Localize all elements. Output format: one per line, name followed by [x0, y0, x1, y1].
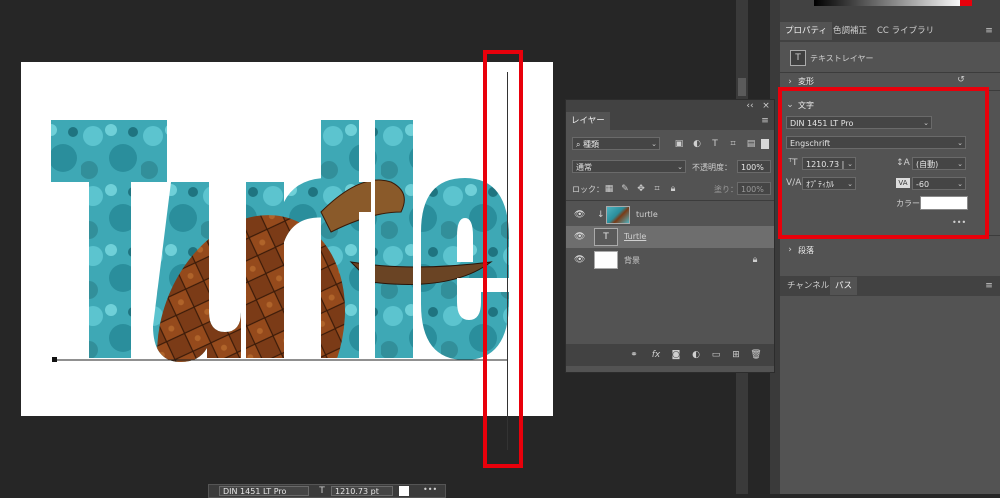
color-strip [780, 0, 1000, 20]
layer-name: 背景 [624, 256, 640, 265]
layer-filter-value: 種類 [583, 140, 600, 149]
visibility-eye-icon[interactable]: 👁︎ [574, 210, 585, 220]
transform-section-title[interactable]: 変形 [798, 76, 814, 87]
layer-thumbnail-turtle [606, 206, 630, 224]
layers-divider [566, 200, 774, 201]
lower-tab-bar: チャンネル パス ≡ [780, 276, 1000, 296]
fx-icon[interactable]: fx [650, 350, 662, 360]
filter-type-icon[interactable]: T [710, 139, 720, 149]
bar-font-family-value: DIN 1451 LT Pro [223, 487, 287, 496]
bar-font-size-value: 1210.73 pt [335, 487, 379, 496]
bar-color-swatch[interactable] [399, 486, 409, 496]
panel-scroll-handle[interactable] [738, 78, 746, 96]
lock-transparent-icon[interactable]: ▦ [604, 184, 614, 194]
lock-all-icon[interactable]: 🔒︎ [668, 184, 678, 194]
search-icon: ⌕ [576, 140, 584, 149]
turtle-text-artwork [51, 120, 509, 362]
fill-value: 100% [741, 185, 764, 194]
layer-row-turtle[interactable]: 👁︎ ↓ turtle [566, 204, 774, 226]
clip-arrow-icon: ↓ [597, 210, 605, 220]
collapse-icon[interactable]: ‹‹ [744, 101, 756, 111]
layers-tab-bar: レイヤー ≡ [566, 112, 774, 130]
text-layer-icon: T [603, 232, 609, 242]
filter-pixel-icon[interactable]: ▣ [674, 139, 684, 149]
bar-type-icon: T [319, 486, 325, 496]
layer-thumbnail-background [594, 251, 618, 269]
layer-name: Turtle [624, 232, 647, 241]
panel-menu-icon[interactable]: ≡ [984, 281, 994, 291]
opacity-value: 100% [741, 163, 764, 172]
lock-icon: 🔒︎ [752, 255, 758, 265]
lock-paint-icon[interactable]: ✎ [620, 184, 630, 194]
layer-type-label: テキストレイヤー [810, 54, 874, 63]
document-canvas[interactable] [21, 62, 553, 416]
adjustment-icon[interactable]: ◐ [690, 350, 702, 360]
color-swatch-end[interactable] [960, 0, 972, 6]
chevron-right-icon[interactable]: › [786, 77, 794, 87]
blend-mode-value: 通常 [576, 163, 592, 172]
divider [780, 72, 1000, 73]
highlight-box-canvas [483, 50, 523, 468]
blend-mode-select[interactable]: 通常 ⌄ [572, 160, 686, 173]
properties-tab-bar: プロパティ 色調補正 CC ライブラリ ≡ [780, 20, 1000, 42]
bar-more-icon[interactable]: ••• [423, 485, 437, 494]
filter-shape-icon[interactable]: ⌗ [728, 139, 738, 149]
layer-name: turtle [636, 210, 658, 219]
fill-field[interactable]: 100% [737, 182, 771, 195]
chevron-right-icon[interactable]: › [786, 245, 794, 255]
panel-menu-icon[interactable]: ≡ [760, 116, 770, 126]
lock-artboard-icon[interactable]: ⌗ [652, 184, 662, 194]
text-context-bar: DIN 1451 LT Pro T 1210.73 pt ••• [208, 484, 446, 498]
reset-icon[interactable]: ↺ [956, 75, 966, 85]
highlight-box-character [778, 87, 989, 239]
bar-font-size[interactable]: 1210.73 pt [331, 486, 393, 496]
layers-panel-header: ‹‹ × [566, 100, 774, 112]
tab-channels[interactable]: チャンネル [782, 277, 834, 295]
tab-cc-libraries[interactable]: CC ライブラリ [872, 22, 939, 40]
tab-layers[interactable]: レイヤー [566, 112, 610, 130]
lock-position-icon[interactable]: ✥ [636, 184, 646, 194]
trash-icon[interactable]: 🗑︎ [750, 350, 762, 360]
layer-filter-select[interactable]: ⌕ 種類 ⌄ [572, 137, 660, 150]
layer-thumbnail-text: T [594, 228, 618, 246]
folder-icon[interactable]: ▭ [710, 350, 722, 360]
chevron-down-icon: ⌄ [677, 163, 683, 171]
panel-menu-icon[interactable]: ≡ [984, 26, 994, 36]
layers-panel: ‹‹ × レイヤー ≡ ⌕ 種類 ⌄ ▣ ◐ T ⌗ ▤ 通常 ⌄ 不透明度： … [565, 99, 775, 373]
fill-label: 塗り： [714, 185, 738, 194]
link-icon[interactable]: ⚭ [628, 350, 640, 360]
close-icon[interactable]: × [760, 101, 772, 111]
filter-adjustment-icon[interactable]: ◐ [692, 139, 702, 149]
opacity-label: 不透明度： [692, 163, 732, 172]
text-layer-badge: T [790, 50, 806, 66]
mask-icon[interactable]: ◙ [670, 350, 682, 360]
type-icon: T [795, 53, 801, 63]
filter-toggle-icon[interactable] [761, 139, 769, 149]
new-layer-icon[interactable]: ⊞ [730, 350, 742, 360]
filter-smartobject-icon[interactable]: ▤ [746, 139, 756, 149]
tab-adjustments[interactable]: 色調補正 [828, 22, 872, 40]
paragraph-section-title[interactable]: 段落 [798, 245, 814, 256]
layers-bottom-bar: ⚭ fx ◙ ◐ ▭ ⊞ 🗑︎ [566, 344, 774, 366]
bar-font-family[interactable]: DIN 1451 LT Pro [219, 486, 309, 496]
layer-row-text[interactable]: 👁︎ T Turtle [566, 226, 774, 248]
layer-row-background[interactable]: 👁︎ 背景 🔒︎ [566, 249, 774, 271]
color-slider[interactable] [814, 0, 964, 6]
chevron-down-icon: ⌄ [651, 140, 657, 148]
tab-properties[interactable]: プロパティ [780, 22, 832, 40]
visibility-eye-icon[interactable]: 👁︎ [574, 255, 585, 265]
tab-paths[interactable]: パス [830, 277, 858, 295]
lock-label: ロック： [572, 185, 604, 194]
visibility-eye-icon[interactable]: 👁︎ [574, 232, 585, 242]
opacity-field[interactable]: 100% [737, 160, 771, 173]
